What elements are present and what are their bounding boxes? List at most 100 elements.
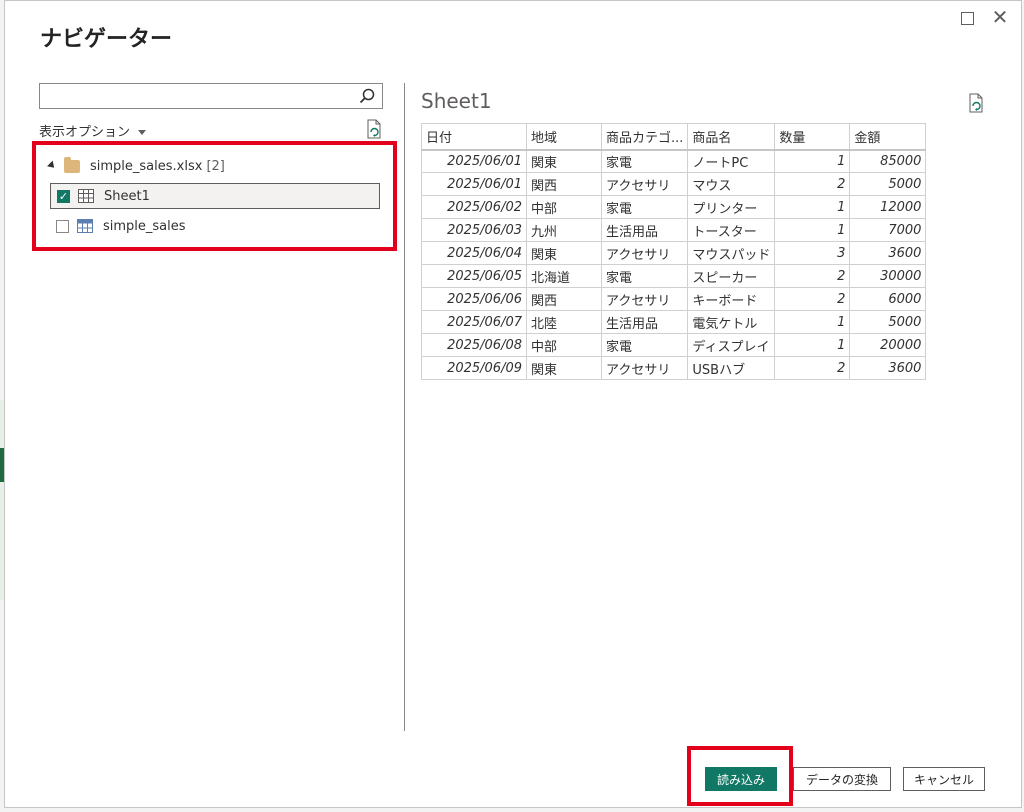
close-button[interactable]: ✕ [989, 5, 1011, 29]
table-cell: キーボード [687, 287, 776, 311]
table-cell: USBハブ [687, 356, 776, 380]
search-box [39, 83, 383, 109]
table-cell: 2025/06/02 [421, 195, 527, 219]
table-row: 2025/06/08 中部 家電 ディスプレイ 1 20000 [421, 333, 927, 357]
table-cell: 生活用品 [600, 310, 689, 334]
search-icon[interactable] [358, 87, 376, 105]
tree-item-sheet1[interactable]: ✓ Sheet1 [50, 183, 380, 209]
column-header[interactable]: 数量 [774, 123, 851, 151]
table-cell: 1 [774, 310, 851, 334]
table-cell: 家電 [600, 195, 689, 219]
tree-highlight-box: simple_sales.xlsx [2] ✓ Sheet1 simple_sa… [32, 141, 397, 251]
table-cell: トースター [687, 218, 776, 242]
preview-table: 日付 地域 商品カテゴ... 商品名 数量 金額 2025/06/01 関東 家… [421, 123, 927, 380]
column-header[interactable]: 商品カテゴ... [600, 123, 689, 151]
table-cell: 2025/06/01 [421, 172, 527, 196]
table-cell: 2025/06/05 [421, 264, 527, 288]
refresh-icon[interactable] [365, 119, 383, 139]
folder-icon [64, 157, 80, 173]
chevron-down-icon [138, 130, 147, 135]
table-cell: 中部 [526, 195, 602, 219]
table-cell: 関東 [526, 241, 602, 265]
table-cell: 2025/06/09 [421, 356, 527, 380]
table-cell: 3 [774, 241, 851, 265]
tree-item-label: simple_sales [103, 218, 186, 234]
table-cell: 家電 [600, 264, 689, 288]
table-row: 2025/06/06 関西 アクセサリ キーボード 2 6000 [421, 287, 927, 311]
table-cell: アクセサリ [600, 172, 689, 196]
sheet1-checkbox[interactable]: ✓ [57, 189, 70, 203]
table-cell: 関西 [526, 287, 602, 311]
column-header[interactable]: 日付 [421, 123, 527, 151]
table-row: 2025/06/03 九州 生活用品 トースター 1 7000 [421, 218, 927, 242]
table-cell: 家電 [600, 333, 689, 357]
table-cell: ノートPC [687, 149, 776, 173]
tree-root-file[interactable]: simple_sales.xlsx [2] [47, 157, 225, 174]
column-header[interactable]: 地域 [526, 123, 602, 151]
cancel-button[interactable]: キャンセル [903, 767, 985, 791]
display-options-dropdown[interactable]: 表示オプション [39, 121, 147, 140]
expand-icon[interactable] [47, 160, 57, 171]
table-cell: スピーカー [687, 264, 776, 288]
table-cell: 1 [774, 149, 851, 173]
table-cell: 2025/06/03 [421, 218, 527, 242]
preview-title: Sheet1 [421, 89, 492, 113]
table-header-row: 日付 地域 商品カテゴ... 商品名 数量 金額 [421, 123, 927, 151]
table-row: 2025/06/09 関東 アクセサリ USBハブ 2 3600 [421, 356, 927, 380]
dialog-title: ナビゲーター [40, 27, 173, 52]
tree-item-simple-sales[interactable]: simple_sales [50, 213, 186, 239]
table-row: 2025/06/04 関東 アクセサリ マウスパッド 3 3600 [421, 241, 927, 265]
table-cell: 中部 [526, 333, 602, 357]
table-cell: 2025/06/01 [421, 149, 527, 173]
table-cell: マウス [687, 172, 776, 196]
refresh-icon[interactable] [967, 93, 985, 113]
column-header[interactable]: 金額 [849, 123, 927, 151]
table-cell: 5000 [849, 310, 927, 334]
table-cell: 2025/06/08 [421, 333, 527, 357]
table-cell: 85000 [849, 149, 927, 173]
table-cell: 関西 [526, 172, 602, 196]
sheet-icon [78, 189, 94, 203]
table-cell: 北陸 [526, 310, 602, 334]
table-cell: 12000 [849, 195, 927, 219]
table-cell: 6000 [849, 287, 927, 311]
table-cell: 30000 [849, 264, 927, 288]
root-file-count: [2] [206, 159, 225, 174]
maximize-button[interactable] [956, 7, 978, 30]
table-cell: 20000 [849, 333, 927, 357]
table-cell: 関東 [526, 149, 602, 173]
table-row: 2025/06/01 関東 家電 ノートPC 1 85000 [421, 149, 927, 173]
simple-sales-checkbox[interactable] [56, 219, 69, 233]
table-cell: マウスパッド [687, 241, 776, 265]
root-file-label: simple_sales.xlsx [90, 159, 203, 174]
table-cell: 関東 [526, 356, 602, 380]
table-cell: 家電 [600, 149, 689, 173]
column-header[interactable]: 商品名 [687, 123, 776, 151]
table-cell: 1 [774, 195, 851, 219]
tree-item-label: Sheet1 [104, 188, 150, 204]
load-button[interactable]: 読み込み [705, 767, 777, 791]
table-cell: 7000 [849, 218, 927, 242]
display-options-label: 表示オプション [39, 125, 131, 140]
table-cell: 2 [774, 356, 851, 380]
table-cell: 3600 [849, 241, 927, 265]
table-cell: ディスプレイ [687, 333, 776, 357]
table-cell: アクセサリ [600, 356, 689, 380]
table-cell: 2025/06/06 [421, 287, 527, 311]
table-cell: アクセサリ [600, 287, 689, 311]
table-cell: 2 [774, 264, 851, 288]
pane-divider[interactable] [404, 83, 405, 731]
table-icon [77, 219, 93, 233]
maximize-icon [960, 12, 974, 25]
table-cell: 電気ケトル [687, 310, 776, 334]
table-row: 2025/06/02 中部 家電 プリンター 1 12000 [421, 195, 927, 219]
search-input[interactable] [46, 85, 360, 109]
table-row: 2025/06/05 北海道 家電 スピーカー 2 30000 [421, 264, 927, 288]
table-cell: 2 [774, 287, 851, 311]
table-cell: 5000 [849, 172, 927, 196]
transform-data-button[interactable]: データの変換 [793, 767, 891, 791]
table-row: 2025/06/01 関西 アクセサリ マウス 2 5000 [421, 172, 927, 196]
table-cell: 北海道 [526, 264, 602, 288]
table-cell: 2 [774, 172, 851, 196]
close-icon: ✕ [991, 5, 1009, 29]
